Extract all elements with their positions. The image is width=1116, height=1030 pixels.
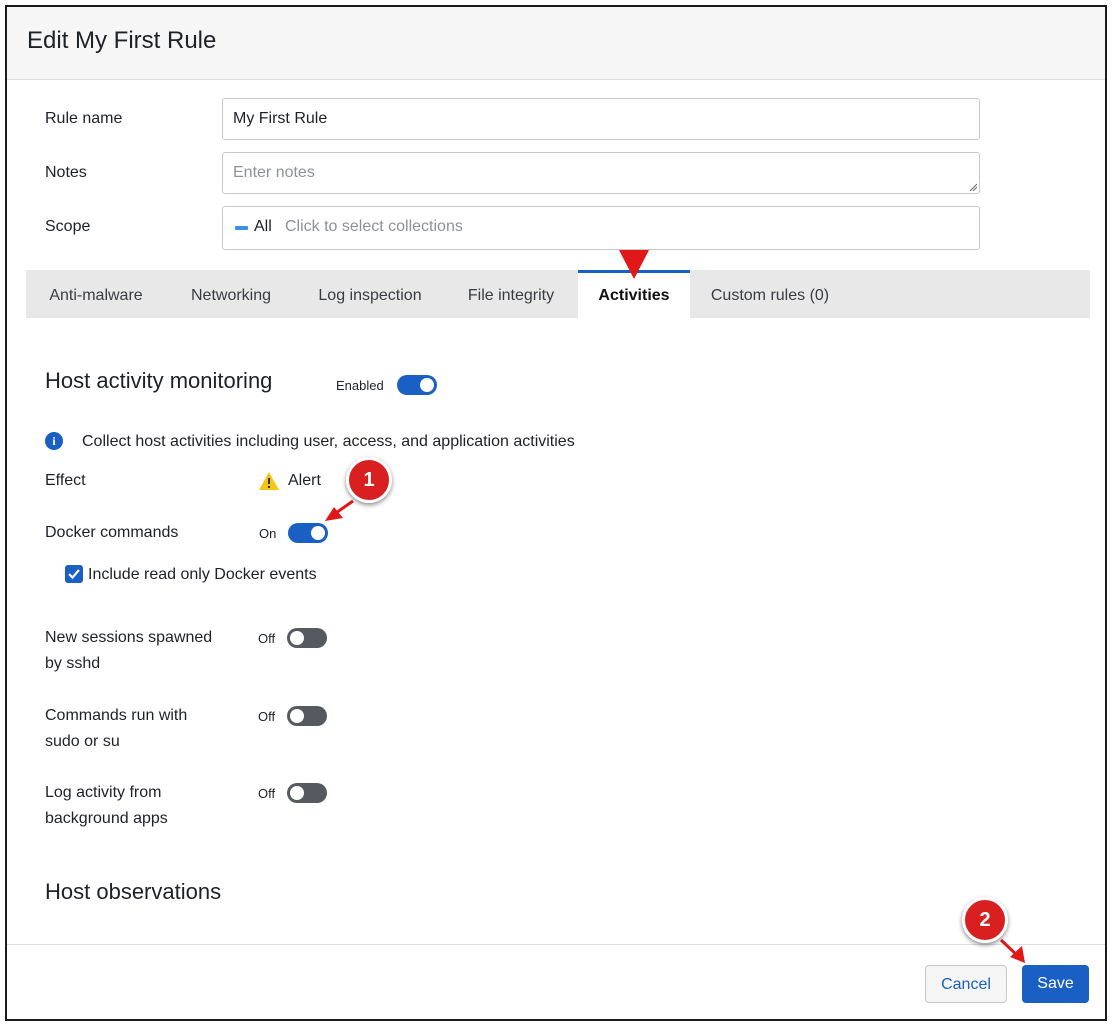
scope-all-tag: All xyxy=(254,218,272,235)
resize-handle-icon[interactable] xyxy=(969,183,977,191)
info-text: Collect host activities including user, … xyxy=(82,433,575,450)
sudo-toggle[interactable] xyxy=(287,706,327,726)
rule-name-input[interactable]: My First Rule xyxy=(222,98,980,140)
check-icon xyxy=(68,569,80,580)
notes-textarea[interactable]: Enter notes xyxy=(222,152,980,194)
rule-name-label: Rule name xyxy=(45,110,123,127)
readonly-docker-label: Include read only Docker events xyxy=(88,566,317,583)
docker-state-label: On xyxy=(259,526,277,541)
host-activity-toggle[interactable] xyxy=(397,375,437,395)
sudo-state-label: Off xyxy=(258,709,276,724)
enabled-label: Enabled xyxy=(336,378,384,393)
rule-name-value: My First Rule xyxy=(233,110,328,127)
sshd-label-line2: by sshd xyxy=(45,655,101,672)
docker-commands-toggle[interactable] xyxy=(288,523,328,543)
bg-apps-state-label: Off xyxy=(258,786,276,801)
host-observations-title: Host observations xyxy=(45,879,222,904)
tab-file-integrity[interactable]: File integrity xyxy=(444,270,578,318)
footer-divider xyxy=(7,944,1105,945)
bg-apps-toggle[interactable] xyxy=(287,783,327,803)
readonly-docker-checkbox[interactable] xyxy=(65,565,83,583)
notes-label: Notes xyxy=(45,164,87,181)
annotation-badge-2: 2 xyxy=(962,897,1008,943)
sudo-label-line2: sudo or su xyxy=(45,733,120,750)
dialog-header: Edit My First Rule xyxy=(7,7,1105,80)
annotation-badge-1: 1 xyxy=(346,457,392,503)
scope-placeholder: Click to select collections xyxy=(285,218,463,235)
cancel-button[interactable]: Cancel xyxy=(925,965,1007,1003)
sshd-label-line1: New sessions spawned xyxy=(45,629,213,646)
bg-apps-label-line1: Log activity from xyxy=(45,784,162,801)
save-button[interactable]: Save xyxy=(1022,965,1089,1003)
tab-networking[interactable]: Networking xyxy=(166,270,296,318)
tab-log-inspection[interactable]: Log inspection xyxy=(296,270,444,318)
host-activity-title: Host activity monitoring xyxy=(45,368,273,393)
bg-apps-label-line2: background apps xyxy=(45,810,168,827)
warning-icon xyxy=(259,472,279,490)
sshd-state-label: Off xyxy=(258,631,276,646)
scope-selector[interactable]: All Click to select collections xyxy=(222,206,980,250)
tab-bar: Anti-malware Networking Log inspection F… xyxy=(26,270,1090,318)
dialog-title: Edit My First Rule xyxy=(27,27,217,54)
effect-value: Alert xyxy=(288,472,321,489)
sshd-toggle[interactable] xyxy=(287,628,327,648)
effect-label: Effect xyxy=(45,472,86,489)
scope-label: Scope xyxy=(45,218,91,235)
tab-anti-malware[interactable]: Anti-malware xyxy=(26,270,166,318)
info-icon: i xyxy=(45,432,63,450)
notes-placeholder: Enter notes xyxy=(233,164,315,181)
edit-rule-dialog: Edit My First Rule Rule name My First Ru… xyxy=(5,5,1107,1021)
scope-dash-icon xyxy=(235,226,248,230)
tab-activities[interactable]: Activities xyxy=(578,270,690,318)
docker-commands-label: Docker commands xyxy=(45,524,179,541)
tab-custom-rules[interactable]: Custom rules (0) xyxy=(690,270,850,318)
sudo-label-line1: Commands run with xyxy=(45,707,188,724)
